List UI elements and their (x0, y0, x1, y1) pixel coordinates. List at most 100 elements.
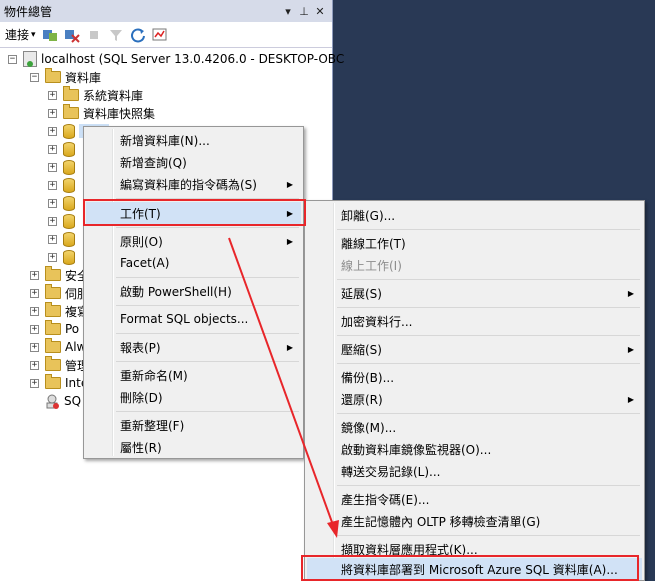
menu-item-bring-online[interactable]: 線上工作(I) (307, 254, 642, 276)
tree-row-system-databases[interactable]: + 系統資料庫 (48, 86, 143, 104)
pin-icon[interactable]: ⊥ (296, 5, 312, 18)
menu-separator (337, 413, 640, 414)
expand-icon[interactable]: + (30, 378, 39, 388)
snapshots-label: 資料庫快照集 (83, 106, 156, 121)
database-icon (63, 213, 75, 229)
menu-separator (337, 279, 640, 280)
connect-label: 連接 (5, 28, 30, 42)
expand-icon[interactable]: + (48, 126, 57, 136)
menu-item-refresh[interactable]: 重新整理(F) (86, 414, 301, 436)
expand-icon[interactable]: + (48, 198, 57, 208)
tree-row-databases[interactable]: − 資料庫 (30, 68, 101, 86)
filter-icon[interactable] (108, 27, 124, 43)
expand-icon[interactable]: + (48, 216, 57, 226)
menu-item-launch-mirroring-monitor[interactable]: 啟動資料庫鏡像監視器(O)... (307, 438, 642, 460)
menu-item-script-database[interactable]: 編寫資料庫的指令碼為(S) ▶ (86, 173, 301, 195)
tree-row-database[interactable]: + (48, 176, 79, 194)
menu-item-new-database[interactable]: 新增資料庫(N)... (86, 129, 301, 151)
menu-item-deploy-to-azure-sql[interactable]: 將資料庫部署到 Microsoft Azure SQL 資料庫(A)... (307, 558, 642, 580)
expand-icon[interactable]: + (48, 90, 57, 100)
menu-item-new-query[interactable]: 新增查詢(Q) (86, 151, 301, 173)
tree-row-management[interactable]: + 管理 (30, 356, 89, 374)
connect-object-explorer-icon[interactable] (42, 27, 58, 43)
menu-item-encrypt-columns[interactable]: 加密資料行... (307, 310, 642, 332)
menu-item-compress[interactable]: 壓縮(S) ▶ (307, 338, 642, 360)
collapse-icon[interactable]: − (8, 54, 17, 64)
menu-item-extract-data-tier-app[interactable]: 擷取資料層應用程式(K)... (307, 538, 642, 560)
tree-row-database[interactable]: + (48, 158, 79, 176)
tree-row-database[interactable]: + (48, 194, 79, 212)
activity-monitor-icon[interactable] (152, 27, 168, 43)
menu-item-restore[interactable]: 還原(R) ▶ (307, 388, 642, 410)
expand-icon[interactable]: + (48, 108, 57, 118)
menu-item-facets[interactable]: Facet(A) (86, 252, 301, 274)
expand-icon[interactable]: + (48, 180, 57, 190)
submenu-arrow-icon: ▶ (286, 342, 293, 352)
menu-item-oltp-migration-checklist[interactable]: 產生記憶體內 OLTP 移轉檢查清單(G) (307, 510, 642, 532)
tree-row-sql-agent[interactable]: SQ (44, 392, 81, 410)
menu-separator (116, 411, 299, 412)
menu-item-mirror[interactable]: 鏡像(M)... (307, 416, 642, 438)
tree-row-integration-services[interactable]: + Inte (30, 374, 88, 392)
menu-item-reports[interactable]: 報表(P) ▶ (86, 336, 301, 358)
expand-icon[interactable]: + (30, 324, 39, 334)
menu-separator (116, 227, 299, 228)
menu-item-format-sql-objects[interactable]: Format SQL objects... (86, 308, 301, 330)
submenu-arrow-icon: ▶ (286, 179, 293, 189)
menu-item-take-offline[interactable]: 離線工作(T) (307, 232, 642, 254)
collapse-icon[interactable]: − (30, 72, 39, 82)
menu-item-properties[interactable]: 屬性(R) (86, 436, 301, 458)
menu-item-backup[interactable]: 備份(B)... (307, 366, 642, 388)
database-icon (63, 177, 75, 193)
tree-row-snapshots[interactable]: + 資料庫快照集 (48, 104, 155, 122)
folder-icon (45, 68, 61, 83)
disconnect-icon[interactable] (64, 27, 80, 43)
tree-row-database[interactable]: + (48, 140, 79, 158)
database-icon (63, 231, 75, 247)
menu-item-tasks[interactable]: 工作(T) ▶ (86, 202, 301, 224)
submenu-arrow-icon: ▶ (627, 288, 634, 298)
menu-item-delete[interactable]: 刪除(D) (86, 386, 301, 408)
menu-item-rename[interactable]: 重新命名(M) (86, 364, 301, 386)
expand-icon[interactable]: + (48, 144, 57, 154)
stop-icon[interactable] (86, 27, 102, 43)
tree-row-database[interactable]: + (48, 212, 79, 230)
server-label: localhost (SQL Server 13.0.4206.0 - DESK… (41, 52, 345, 66)
close-icon[interactable]: ✕ (312, 5, 328, 18)
menu-item-stretch[interactable]: 延展(S) ▶ (307, 282, 642, 304)
tree-row-polybase[interactable]: + Po (30, 320, 79, 338)
tree-row-security[interactable]: + 安全 (30, 266, 89, 284)
expand-icon[interactable]: + (30, 306, 39, 316)
tree-row-server-objects[interactable]: + 伺服 (30, 284, 89, 302)
tree-row-replication[interactable]: + 複寫 (30, 302, 89, 320)
sql-agent-label: SQ (64, 394, 82, 408)
expand-icon[interactable]: + (30, 360, 39, 370)
expand-icon[interactable]: + (30, 270, 39, 280)
panel-menu-button[interactable]: ▾ (280, 5, 296, 18)
tree-row-database[interactable]: + (48, 230, 79, 248)
panel-title: 物件總管 (4, 4, 53, 19)
database-icon (63, 141, 75, 157)
submenu-arrow-icon: ▶ (286, 236, 293, 246)
expand-icon[interactable]: + (48, 234, 57, 244)
menu-item-policies[interactable]: 原則(O) ▶ (86, 230, 301, 252)
menu-item-detach[interactable]: 卸離(G)... (307, 204, 642, 226)
tree-row-server[interactable]: − localhost (SQL Server 13.0.4206.0 - DE… (8, 50, 344, 68)
menu-separator (116, 361, 299, 362)
sql-agent-icon (44, 393, 60, 409)
database-icon (63, 195, 75, 211)
expand-icon[interactable]: + (48, 252, 57, 262)
menu-item-generate-scripts[interactable]: 產生指令碼(E)... (307, 488, 642, 510)
connect-button[interactable]: 連接 ▾ (5, 26, 36, 43)
menu-item-ship-transaction-logs[interactable]: 轉送交易記錄(L)... (307, 460, 642, 482)
submenu-arrow-icon: ▶ (286, 208, 293, 218)
polybase-label: Po (65, 322, 80, 336)
expand-icon[interactable]: + (48, 162, 57, 172)
expand-icon[interactable]: + (30, 288, 39, 298)
menu-item-start-powershell[interactable]: 啟動 PowerShell(H) (86, 280, 301, 302)
refresh-icon[interactable] (130, 27, 146, 43)
expand-icon[interactable]: + (30, 342, 39, 352)
menu-separator (337, 229, 640, 230)
tree-row-database[interactable]: + (48, 248, 79, 266)
tree-row-always-on[interactable]: + Alw (30, 338, 86, 356)
